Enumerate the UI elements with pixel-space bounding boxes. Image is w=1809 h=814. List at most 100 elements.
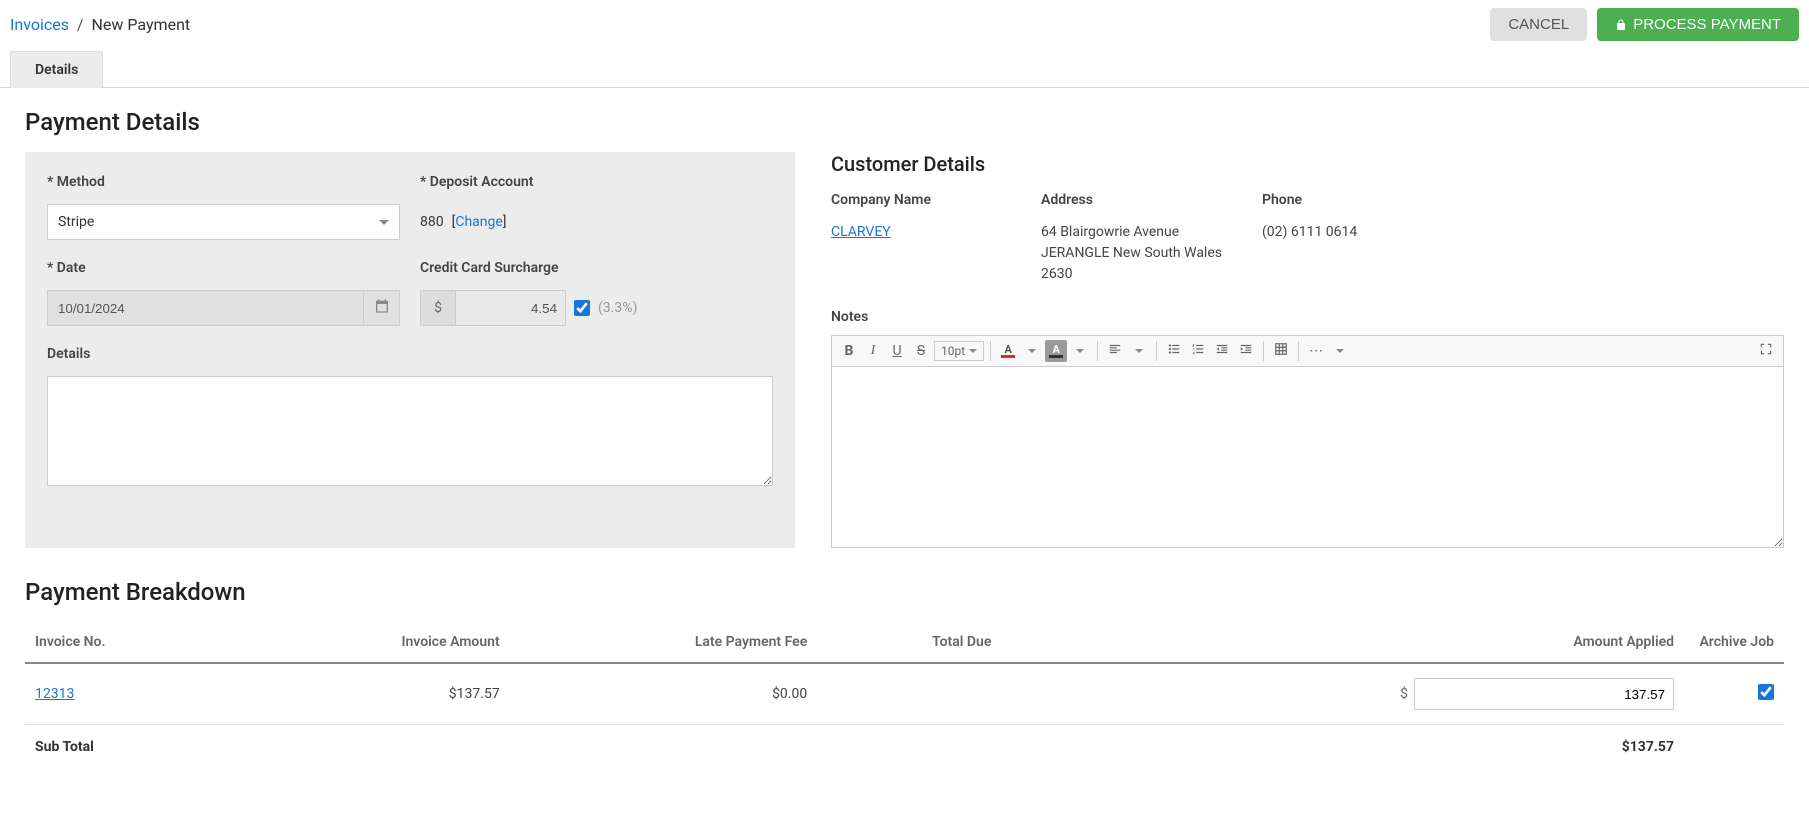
expand-button[interactable] [1755, 340, 1777, 362]
outdent-button[interactable] [1211, 340, 1233, 362]
toolbar-separator [1263, 341, 1264, 361]
align-left-icon [1108, 342, 1122, 360]
expand-icon [1759, 342, 1773, 360]
phone-label: Phone [1262, 192, 1357, 208]
date-input[interactable] [47, 290, 364, 326]
highlight-icon: A [1048, 343, 1064, 359]
address-line-2: JERANGLE New South Wales [1041, 243, 1222, 264]
method-value: Stripe [58, 214, 94, 230]
late-fee-value: $0.00 [510, 663, 818, 725]
chevron-down-icon [1076, 349, 1084, 353]
surcharge-input[interactable] [456, 290, 566, 326]
chevron-down-icon [1028, 349, 1036, 353]
highlight-dropdown[interactable] [1069, 340, 1091, 362]
tab-details[interactable]: Details [10, 51, 103, 88]
underline-button[interactable]: U [886, 340, 908, 362]
align-dropdown[interactable] [1128, 340, 1150, 362]
payment-details-heading: Payment Details [25, 108, 1784, 136]
process-payment-button[interactable]: PROCESS PAYMENT [1597, 8, 1799, 41]
company-name-label: Company Name [831, 192, 1001, 208]
text-color-button[interactable]: A [997, 340, 1019, 362]
surcharge-currency: $ [420, 290, 456, 326]
calendar-icon [374, 298, 390, 318]
chevron-down-icon [379, 220, 389, 225]
ellipsis-icon: ⋯ [1309, 343, 1323, 359]
address-label: Address [1041, 192, 1222, 208]
highlight-button[interactable]: A [1045, 340, 1067, 362]
currency-prefix: $ [1400, 686, 1408, 702]
text-color-icon: A [1000, 343, 1016, 359]
details-label: Details [47, 346, 773, 362]
outdent-icon [1215, 342, 1229, 360]
notes-toolbar: B I U S 10pt A [832, 336, 1783, 367]
surcharge-label: Credit Card Surcharge [420, 260, 773, 276]
address-line-1: 64 Blairgowrie Avenue [1041, 222, 1222, 243]
company-name-link[interactable]: CLARVEY [831, 224, 891, 240]
deposit-change-bracket: [Change] [452, 214, 507, 230]
notes-editor: B I U S 10pt A [831, 335, 1784, 548]
breadcrumb-separator: / [77, 15, 84, 34]
indent-icon [1239, 342, 1253, 360]
more-button[interactable]: ⋯ [1305, 340, 1327, 362]
lock-icon [1615, 18, 1627, 32]
deposit-account-label: * Deposit Account [420, 174, 773, 190]
toolbar-separator [1156, 341, 1157, 361]
breadcrumb-parent-link[interactable]: Invoices [10, 15, 69, 34]
total-due-value [817, 663, 1001, 725]
phone-value: (02) 6111 0614 [1262, 222, 1357, 243]
surcharge-percent: (3.3%) [598, 300, 637, 316]
table-icon [1274, 342, 1288, 360]
invoice-link[interactable]: 12313 [35, 686, 74, 702]
col-amount-applied: Amount Applied [1001, 622, 1684, 663]
details-textarea[interactable] [47, 376, 773, 486]
method-select[interactable]: Stripe [47, 204, 400, 240]
font-size-select[interactable]: 10pt [934, 341, 984, 361]
payment-details-panel: * Method Stripe * Deposit Account 880 [C… [25, 152, 795, 548]
invoice-amount-value: $137.57 [235, 663, 510, 725]
chevron-down-icon [1135, 349, 1143, 353]
strikethrough-button[interactable]: S [910, 340, 932, 362]
toolbar-separator [1097, 341, 1098, 361]
col-total-due: Total Due [817, 622, 1001, 663]
deposit-change-link[interactable]: Change [455, 214, 502, 230]
method-label: * Method [47, 174, 400, 190]
subtotal-row: Sub Total $137.57 [25, 725, 1784, 770]
surcharge-checkbox[interactable] [574, 300, 590, 316]
numbered-list-icon [1191, 342, 1205, 360]
bold-button[interactable]: B [838, 340, 860, 362]
toolbar-separator [990, 341, 991, 361]
cancel-button[interactable]: CANCEL [1490, 8, 1587, 41]
customer-details-heading: Customer Details [831, 152, 1784, 176]
subtotal-label: Sub Total [25, 725, 235, 770]
notes-label: Notes [831, 309, 1784, 325]
table-button[interactable] [1270, 340, 1292, 362]
breadcrumb-current: New Payment [92, 15, 191, 34]
more-dropdown[interactable] [1329, 340, 1351, 362]
align-button[interactable] [1104, 340, 1126, 362]
indent-button[interactable] [1235, 340, 1257, 362]
text-color-dropdown[interactable] [1021, 340, 1043, 362]
payment-breakdown-heading: Payment Breakdown [25, 578, 1784, 606]
toolbar-separator [1298, 341, 1299, 361]
amount-applied-input[interactable] [1414, 678, 1674, 710]
font-size-value: 10pt [941, 344, 965, 358]
bullet-list-icon [1167, 342, 1181, 360]
numbered-list-button[interactable] [1187, 340, 1209, 362]
italic-button[interactable]: I [862, 340, 884, 362]
breadcrumb: Invoices / New Payment [10, 15, 190, 34]
address-value: 64 Blairgowrie Avenue JERANGLE New South… [1041, 222, 1222, 285]
col-invoice-no: Invoice No. [25, 622, 235, 663]
table-row: 12313 $137.57 $0.00 $ [25, 663, 1784, 725]
deposit-account-value: 880 [420, 214, 444, 230]
bullet-list-button[interactable] [1163, 340, 1185, 362]
col-archive: Archive Job [1684, 622, 1784, 663]
address-line-3: 2630 [1041, 264, 1222, 285]
chevron-down-icon [1336, 349, 1344, 353]
col-invoice-amount: Invoice Amount [235, 622, 510, 663]
calendar-button[interactable] [364, 290, 400, 326]
process-payment-label: PROCESS PAYMENT [1633, 16, 1781, 33]
notes-textarea[interactable] [832, 367, 1783, 547]
chevron-down-icon [969, 349, 977, 353]
archive-checkbox[interactable] [1758, 684, 1774, 700]
breakdown-table: Invoice No. Invoice Amount Late Payment … [25, 622, 1784, 769]
